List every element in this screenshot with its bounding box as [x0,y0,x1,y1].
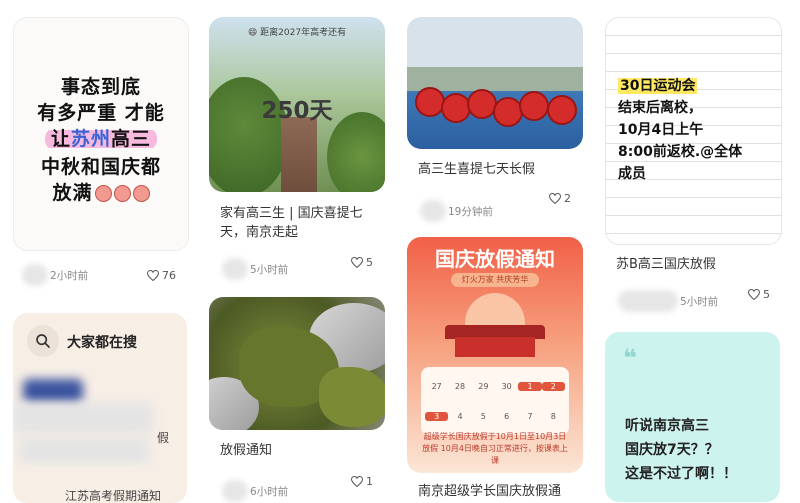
avatar[interactable] [420,200,446,222]
quote-text: 听说南京高三 国庆放7天？？ 这是不过了啊！！ [625,418,737,482]
trending-search-card[interactable]: 大家都在搜 假 江苏高考假期通知 [13,313,187,503]
like-count: 5 [763,288,770,301]
search-icon[interactable] [27,325,59,357]
red-umbrella-graphic [519,91,549,121]
heart-icon [351,257,363,268]
like-count: 1 [366,475,373,488]
post-time: 2小时前 [50,269,89,282]
tower-graphic [281,117,317,192]
image-text-line: 中秋和国庆都 [40,156,161,178]
image-text-line: 让苏州高三 [14,124,188,151]
like-button[interactable]: 76 [147,269,176,282]
post-meta: 5小时前 [618,290,718,312]
scream-emoji-icon [94,185,112,202]
post-card-2-image[interactable]: 😄 距离2027年高考还有 250天 [209,17,385,192]
trending-heading: 大家都在搜 [67,335,137,351]
post-meta: 5小时前 [222,258,288,280]
like-button[interactable]: 5 [748,288,770,301]
blurred-text [13,403,153,433]
like-button[interactable]: 2 [549,192,571,205]
image-text-line: 放满 [14,178,188,205]
poster-subtitle: 灯火万家 共庆芳华 [451,273,539,287]
trending-item[interactable]: 假 [157,429,169,446]
countdown-days: 250天 [261,98,333,124]
post-meta: 19分钟前 [420,200,493,222]
note-line: 30日运动会 [618,78,698,94]
like-count: 2 [564,192,571,205]
red-umbrella-graphic [441,93,471,123]
image-text-line: 有多严重 才能 [37,102,165,124]
note-line: 8:00前返校.@全体 [618,144,743,160]
post-meta: 2小时前 [22,264,88,286]
blurred-text [19,437,149,463]
post-title[interactable]: 高三生喜提七天长假 [418,160,576,179]
calendar: 27 28 29 30 1 2 345678 [421,367,569,435]
heart-icon [351,476,363,487]
red-umbrella-graphic [547,95,577,125]
image-text-line: 事态到底 [60,76,141,98]
note-line: 10月4日上午 [618,122,704,138]
note-line: 结束后离校， [618,100,702,116]
post-card-4-image[interactable]: 30日运动会 结束后离校， 10月4日上午 8:00前返校.@全体 成员 [605,17,782,245]
like-button[interactable]: 5 [351,256,373,269]
post-time: 5小时前 [680,295,719,308]
like-count: 5 [366,256,373,269]
tea-leaves-graphic [319,367,385,427]
post-time: 19分钟前 [448,205,493,218]
note-line: 成员 [618,166,646,182]
gate-graphic [455,337,535,357]
like-count: 76 [162,269,176,282]
scream-emoji-icon [132,185,150,202]
post-card-6-image[interactable] [209,297,385,430]
countdown-header: 😄 距离2027年高考还有 [247,28,347,38]
post-time: 6小时前 [250,485,289,498]
scream-emoji-icon [113,185,131,202]
post-title[interactable]: 家有高三生 | 国庆喜提七天，南京走起 [220,204,378,242]
poster-footer-text: 超级学长国庆放假于10月1日至10月3日放假 10月4日晚自习正常进行，按课表上… [422,432,568,465]
post-title[interactable]: 南京超级学长国庆放假通 [418,482,578,501]
red-umbrella-graphic [415,87,445,117]
post-card-3-image[interactable] [407,17,583,149]
post-card-1-image[interactable]: 事态到底 有多严重 才能 让苏州高三 中秋和国庆都 放满 [13,17,189,251]
trending-item[interactable]: 江苏高考假期通知 [65,487,161,503]
avatar[interactable] [618,290,678,312]
like-button[interactable]: 1 [351,475,373,488]
quote-mark-icon: ❝ [623,344,638,372]
blurred-thumbnail [23,379,83,403]
heart-icon [549,193,561,204]
heart-icon [147,270,159,281]
post-card-8-image[interactable]: ❝ 听说南京高三 国庆放7天？？ 这是不过了啊！！ [605,332,780,502]
post-title[interactable]: 苏B高三国庆放假 [616,255,774,274]
post-title[interactable]: 放假通知 [220,441,378,460]
poster-title: 国庆放假通知 [435,247,555,271]
post-time: 5小时前 [250,263,289,276]
avatar[interactable] [222,258,248,280]
avatar[interactable] [22,264,48,286]
heart-icon [748,289,760,300]
post-card-7-image[interactable]: 国庆放假通知 灯火万家 共庆芳华 27 28 29 30 1 2 345678 超级学长国… [407,237,583,473]
